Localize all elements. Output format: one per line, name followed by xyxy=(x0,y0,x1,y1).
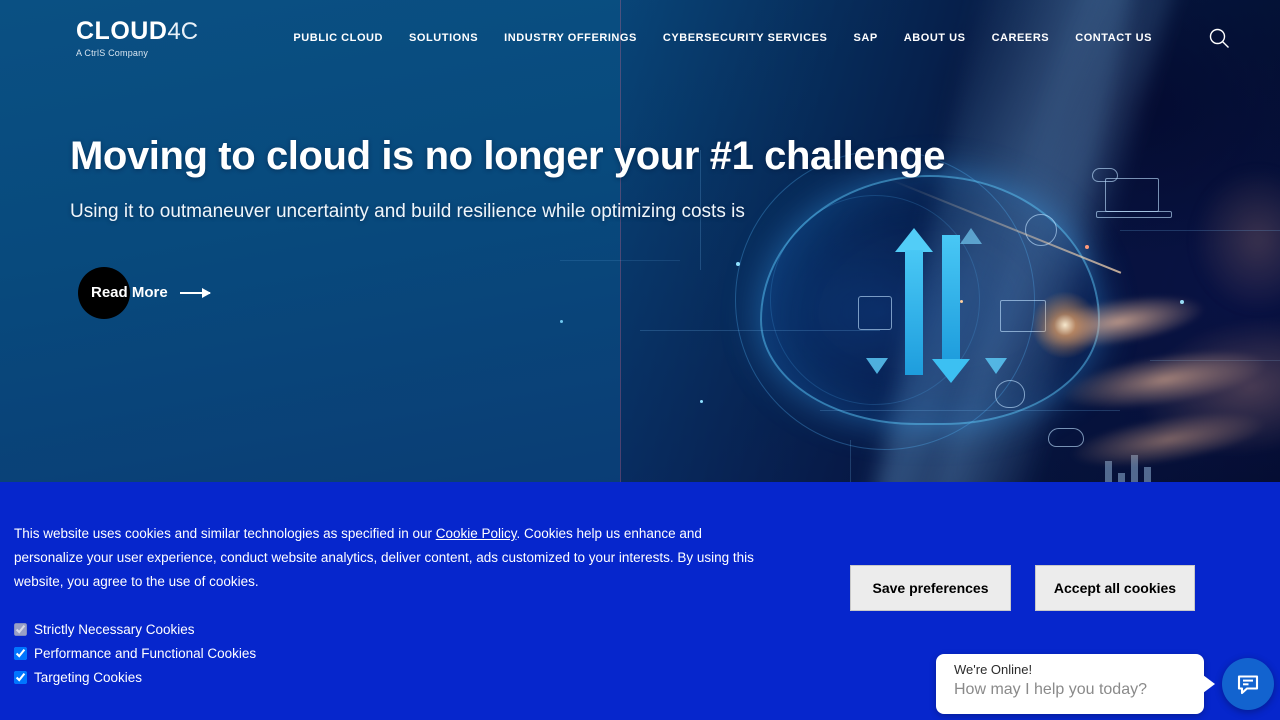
circuit-trace xyxy=(850,440,851,483)
circuit-dot xyxy=(700,400,703,403)
cookie-option-targeting[interactable]: Targeting Cookies xyxy=(14,665,256,689)
cookie-option-label: Strictly Necessary Cookies xyxy=(34,621,195,637)
chat-prompt-text: How may I help you today? xyxy=(954,681,1147,698)
chat-greeting-bubble[interactable]: We're Online! How may I help you today? xyxy=(936,654,1215,714)
logo-primary-text: CLOUD xyxy=(76,16,168,45)
circuit-trace xyxy=(1120,230,1280,231)
cookie-option-strictly-necessary[interactable]: Strictly Necessary Cookies xyxy=(14,617,256,641)
site-logo[interactable]: CLOUD 4C A CtrlS Company xyxy=(76,16,226,58)
chat-widget: We're Online! How may I help you today? xyxy=(936,654,1274,714)
checkbox-strictly-necessary xyxy=(14,622,27,636)
laptop-outline-icon xyxy=(1096,178,1172,218)
hero-subtitle: Using it to outmaneuver uncertainty and … xyxy=(70,201,745,222)
cookie-option-label: Targeting Cookies xyxy=(34,669,143,685)
checkbox-targeting[interactable] xyxy=(14,670,27,684)
circuit-trace xyxy=(640,330,880,331)
cookie-description: This website uses cookies and similar te… xyxy=(14,522,769,594)
checkbox-performance-functional[interactable] xyxy=(14,646,27,660)
cookie-option-label: Performance and Functional Cookies xyxy=(34,645,257,661)
nav-item-careers[interactable]: CAREERS xyxy=(992,32,1050,44)
nav-item-cybersecurity-services[interactable]: CYBERSECURITY SERVICES xyxy=(663,32,828,44)
search-icon[interactable] xyxy=(1208,27,1230,49)
nav-item-public-cloud[interactable]: PUBLIC CLOUD xyxy=(293,32,383,44)
read-more-button[interactable]: Read More xyxy=(70,267,290,327)
hero-content: Moving to cloud is no longer your #1 cha… xyxy=(70,134,945,327)
accept-all-cookies-button[interactable]: Accept all cookies xyxy=(1035,565,1195,611)
cookie-policy-link[interactable]: Cookie Policy xyxy=(436,526,517,541)
arrow-right-icon xyxy=(180,288,211,298)
nav-item-industry-offerings[interactable]: INDUSTRY OFFERINGS xyxy=(504,32,637,44)
hero-title: Moving to cloud is no longer your #1 cha… xyxy=(70,134,946,178)
cookie-option-performance-functional[interactable]: Performance and Functional Cookies xyxy=(14,641,256,665)
cookie-text-part1: This website uses cookies and similar te… xyxy=(14,526,436,541)
cookie-actions: Save preferences Accept all cookies xyxy=(850,565,1195,611)
circuit-dot xyxy=(1085,245,1089,249)
circuit-dot xyxy=(960,300,963,303)
logo-secondary-text: 4C xyxy=(167,17,199,45)
save-preferences-button[interactable]: Save preferences xyxy=(850,565,1011,611)
brain-outline-icon xyxy=(995,380,1025,408)
chat-bubble-icon[interactable] xyxy=(1222,658,1274,710)
arrow-small-down-right-icon xyxy=(985,358,1007,374)
nav-item-about-us[interactable]: ABOUT US xyxy=(904,32,966,44)
logo-tagline: A CtrlS Company xyxy=(76,47,149,58)
cookie-options-list: Strictly Necessary Cookies Performance a… xyxy=(14,617,256,689)
chat-status-text: We're Online! xyxy=(954,662,1033,677)
nav-item-sap[interactable]: SAP xyxy=(853,32,877,44)
read-more-label: Read More xyxy=(91,284,168,301)
nav-item-solutions[interactable]: SOLUTIONS xyxy=(409,32,478,44)
spark-glow xyxy=(1030,290,1100,360)
nav-item-contact-us[interactable]: CONTACT US xyxy=(1075,32,1152,44)
site-header: CLOUD 4C A CtrlS Company PUBLIC CLOUD SO… xyxy=(0,0,1280,76)
arrow-small-down-left-icon xyxy=(866,358,888,374)
arrow-small-up-icon xyxy=(960,228,982,244)
main-navigation: PUBLIC CLOUD SOLUTIONS INDUSTRY OFFERING… xyxy=(293,27,1280,49)
